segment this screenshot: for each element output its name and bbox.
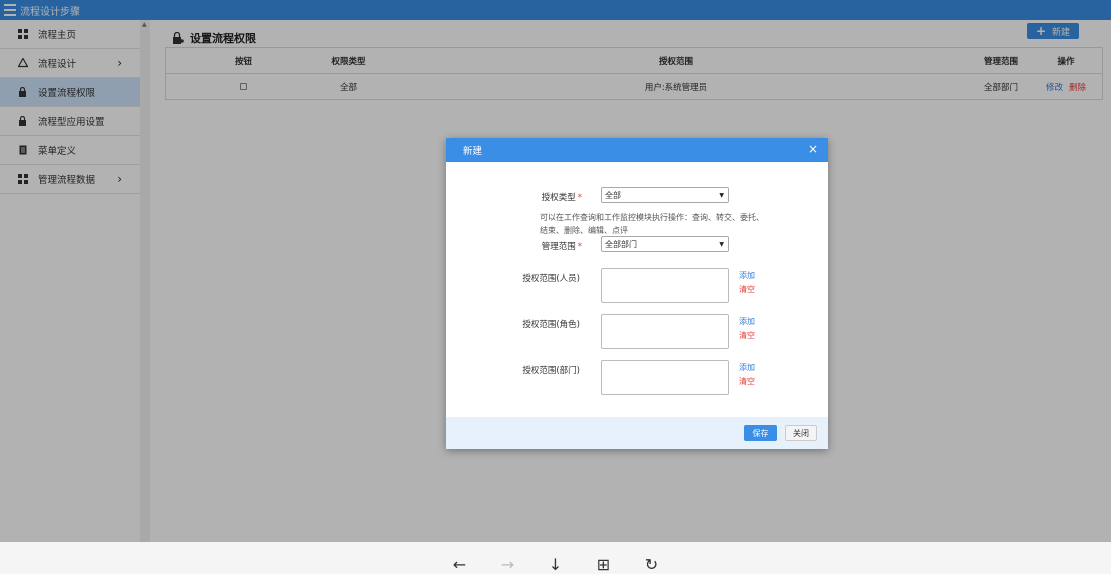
required-mark: * — [577, 193, 582, 203]
dropdown-caret-icon: ▼ — [719, 192, 724, 199]
page-icon[interactable]: ⊞ — [592, 556, 616, 574]
auth-type-hint: 可以在工作查询和工作监控模块执行操作：查询、转交、委托、结束、删除、编辑、点评 — [540, 213, 764, 235]
dropdown-caret-icon: ▼ — [719, 241, 724, 248]
close-icon[interactable]: × — [808, 143, 818, 155]
clear-person-link[interactable]: 清空 — [739, 284, 755, 295]
new-permission-dialog: 新建 × 授权类型 * 全部 ▼ 可以在工作查询和工作监控模块执行操作：查询、转交… — [446, 138, 828, 449]
scope-dept-field[interactable] — [601, 360, 729, 395]
close-button[interactable]: 关闭 — [785, 425, 817, 441]
dialog-title: 新建 — [463, 146, 483, 157]
manage-scope-value: 全部部门 — [605, 239, 637, 249]
manage-scope-label-text: 管理范围 — [541, 242, 576, 252]
add-person-link[interactable]: 添加 — [739, 270, 755, 281]
refresh-icon[interactable]: ↻ — [640, 556, 664, 574]
scope-person-field[interactable] — [601, 268, 729, 303]
auth-type-select[interactable]: 全部 ▼ — [601, 187, 729, 203]
scope-role-label: 授权范围(角色) — [522, 320, 580, 330]
auth-type-label: 授权类型 * — [502, 191, 582, 203]
back-arrow-icon[interactable]: ← — [448, 556, 472, 574]
clear-role-link[interactable]: 清空 — [739, 330, 755, 341]
save-button[interactable]: 保存 — [744, 425, 777, 441]
manage-scope-label: 管理范围 * — [502, 240, 582, 252]
manage-scope-select[interactable]: 全部部门 ▼ — [601, 236, 729, 252]
dialog-footer: 保存 关闭 — [446, 417, 828, 449]
add-dept-link[interactable]: 添加 — [739, 362, 755, 373]
auth-type-value: 全部 — [605, 190, 621, 200]
required-mark: * — [577, 242, 582, 252]
bottom-nav-bar: ← → ↓ ⊞ ↻ — [0, 542, 1111, 574]
dialog-header: 新建 × — [446, 138, 828, 162]
clear-dept-link[interactable]: 清空 — [739, 376, 755, 387]
scope-dept-label: 授权范围(部门) — [522, 366, 580, 376]
scope-role-field[interactable] — [601, 314, 729, 349]
download-icon[interactable]: ↓ — [544, 556, 568, 574]
forward-arrow-icon[interactable]: → — [496, 556, 520, 574]
auth-type-label-text: 授权类型 — [541, 193, 576, 203]
add-role-link[interactable]: 添加 — [739, 316, 755, 327]
scope-person-label: 授权范围(人员) — [522, 274, 580, 284]
